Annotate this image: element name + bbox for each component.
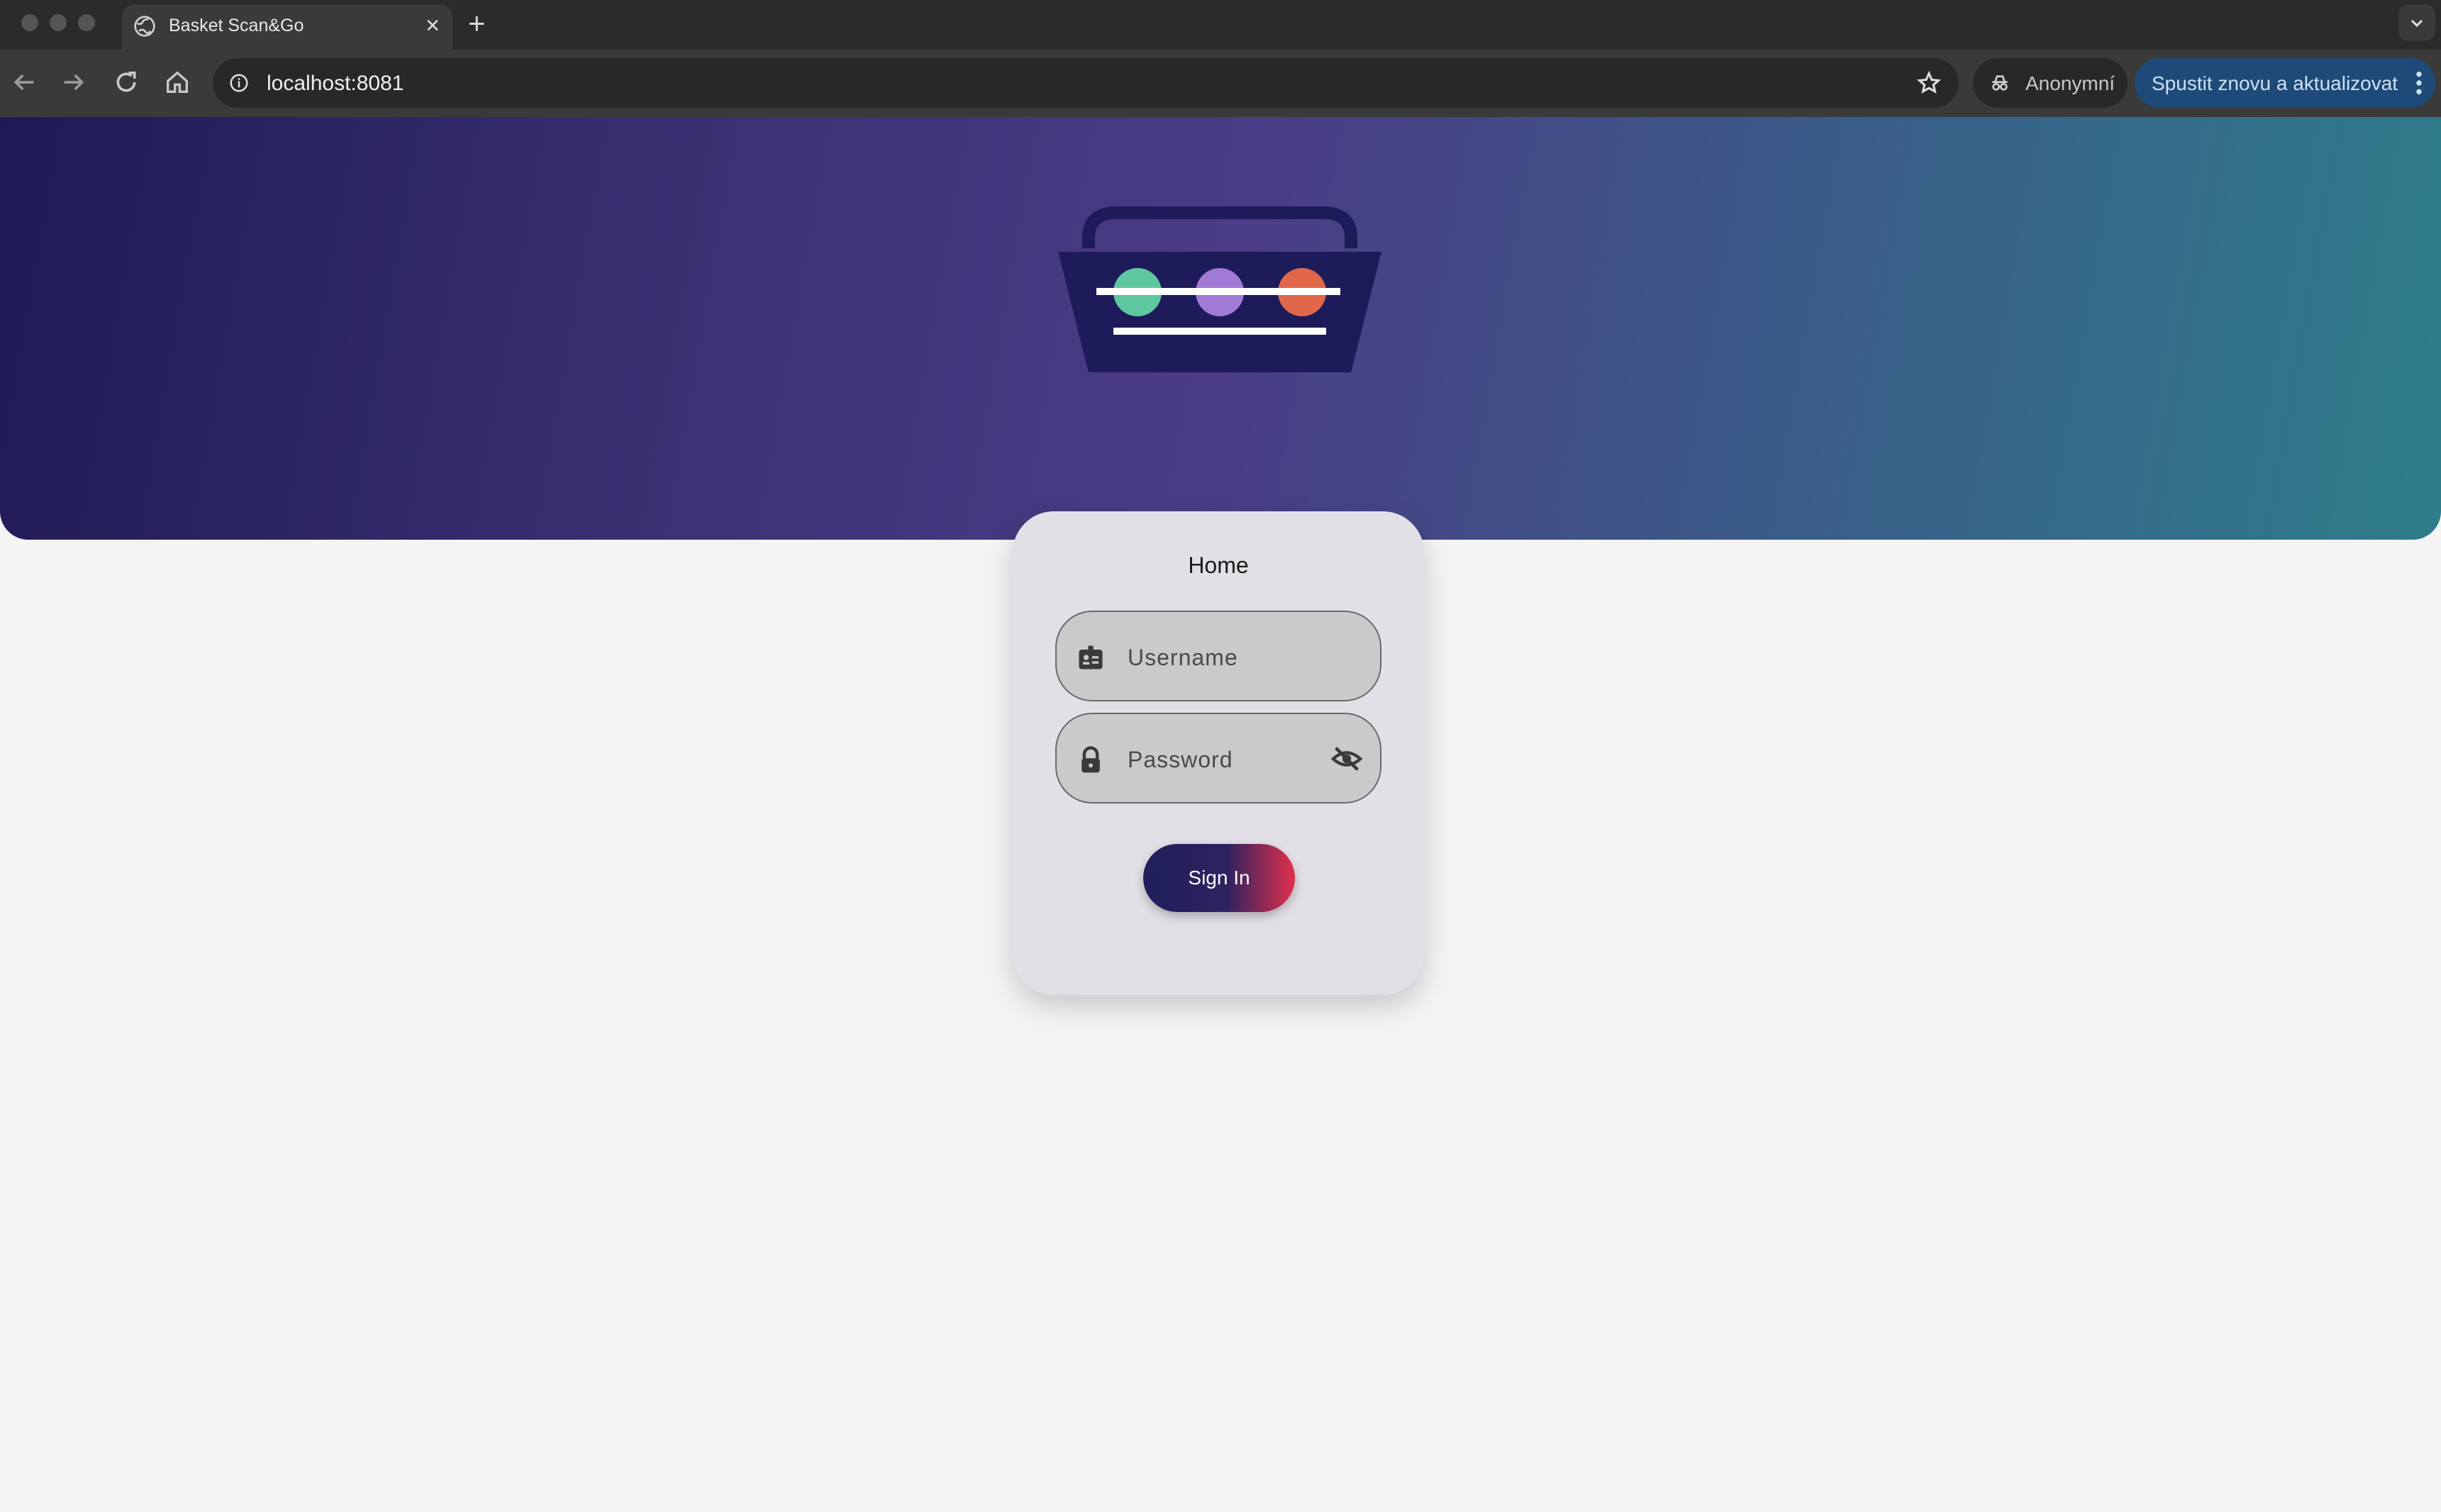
incognito-profile-button[interactable]: Anonymní bbox=[1973, 58, 2128, 108]
chevron-down-icon bbox=[2411, 19, 2423, 28]
page-viewport: Home Sig bbox=[0, 117, 2441, 1512]
kebab-icon[interactable] bbox=[2415, 71, 2423, 95]
password-field[interactable] bbox=[1055, 713, 1381, 804]
window-minimize-dot[interactable] bbox=[50, 14, 67, 31]
reload-icon[interactable] bbox=[112, 68, 140, 96]
login-card: Home bbox=[1013, 511, 1424, 995]
tab-search-button[interactable] bbox=[2398, 4, 2435, 41]
profile-label: Anonymní bbox=[2025, 72, 2115, 94]
tab-strip: Basket Scan&Go × + bbox=[0, 0, 2441, 50]
window-maximize-dot[interactable] bbox=[78, 14, 95, 31]
browser-chrome: Basket Scan&Go × + localhost:8081 Anonym… bbox=[0, 0, 2441, 117]
tab-title: Basket Scan&Go bbox=[169, 16, 304, 35]
new-tab-button[interactable]: + bbox=[468, 6, 486, 41]
address-bar[interactable]: localhost:8081 bbox=[213, 58, 1959, 108]
hero-banner bbox=[0, 117, 2441, 540]
password-input[interactable] bbox=[1128, 740, 1333, 779]
basket-logo-icon bbox=[1058, 206, 1381, 372]
update-label: Spustit znovu a aktualizovat bbox=[2152, 72, 2398, 94]
tab-close-icon[interactable]: × bbox=[426, 11, 440, 40]
browser-tab[interactable]: Basket Scan&Go × bbox=[122, 4, 452, 50]
forward-icon[interactable] bbox=[60, 68, 88, 96]
card-title: Home bbox=[1188, 552, 1249, 578]
username-input[interactable] bbox=[1128, 638, 1333, 677]
incognito-icon bbox=[1992, 75, 2008, 91]
home-icon[interactable] bbox=[163, 68, 191, 96]
window-close-dot[interactable] bbox=[21, 14, 38, 31]
sign-in-button[interactable]: Sign In bbox=[1143, 844, 1295, 912]
info-icon[interactable] bbox=[228, 72, 250, 94]
eye-off-icon[interactable] bbox=[1330, 743, 1363, 775]
back-icon[interactable] bbox=[10, 68, 38, 96]
id-badge-icon bbox=[1079, 645, 1103, 669]
username-field[interactable] bbox=[1055, 611, 1381, 701]
relaunch-update-button[interactable]: Spustit znovu a aktualizovat bbox=[2135, 58, 2435, 108]
url-text: localhost:8081 bbox=[267, 72, 404, 95]
globe-icon bbox=[134, 16, 155, 37]
lock-icon bbox=[1082, 746, 1100, 773]
star-icon[interactable] bbox=[1916, 70, 1942, 96]
